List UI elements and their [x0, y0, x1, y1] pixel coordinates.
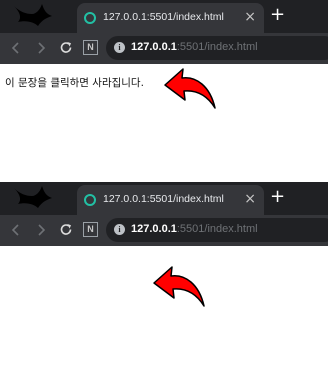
reload-icon[interactable]: [59, 223, 73, 237]
tab-strip: 127.0.0.1:5501/index.html × +: [0, 182, 328, 215]
url-host: 127.0.0.1: [131, 223, 177, 235]
clickable-sentence[interactable]: 이 문장을 클릭하면 사라집니다.: [5, 75, 144, 90]
bird-silhouette-icon: [14, 186, 52, 208]
browser-tab[interactable]: 127.0.0.1:5501/index.html ×: [77, 185, 264, 215]
tab-strip: 127.0.0.1:5501/index.html × +: [0, 0, 328, 33]
new-tab-button[interactable]: +: [270, 6, 285, 24]
tab-close-icon[interactable]: ×: [244, 9, 256, 25]
tab-title: 127.0.0.1:5501/index.html: [103, 11, 224, 23]
screenshot-before-click: 127.0.0.1:5501/index.html × + N i 127.0.…: [0, 0, 328, 182]
bird-silhouette-icon: [14, 4, 52, 26]
info-icon[interactable]: i: [114, 224, 125, 235]
reload-icon[interactable]: [59, 41, 73, 55]
tab-favicon-icon: [84, 12, 96, 24]
browser-toolbar: N i 127.0.0.1:5501/index.html: [0, 215, 328, 246]
url-path: :5501/index.html: [176, 223, 258, 235]
url-path: :5501/index.html: [176, 41, 258, 53]
red-curved-arrow-icon: [164, 68, 216, 109]
page-content: [0, 246, 328, 378]
tab-close-icon[interactable]: ×: [244, 191, 256, 207]
url-text: 127.0.0.1:5501/index.html: [131, 41, 258, 53]
browser-toolbar: N i 127.0.0.1:5501/index.html: [0, 33, 328, 64]
url-host: 127.0.0.1: [131, 41, 177, 53]
address-bar[interactable]: i 127.0.0.1:5501/index.html: [106, 36, 328, 60]
red-curved-arrow-icon: [153, 266, 205, 307]
info-icon[interactable]: i: [114, 42, 125, 53]
forward-arrow-icon[interactable]: [34, 41, 48, 55]
url-text: 127.0.0.1:5501/index.html: [131, 223, 258, 235]
extension-n-icon[interactable]: N: [83, 222, 98, 237]
tab-title: 127.0.0.1:5501/index.html: [103, 193, 224, 205]
address-bar[interactable]: i 127.0.0.1:5501/index.html: [106, 218, 328, 242]
browser-tab[interactable]: 127.0.0.1:5501/index.html ×: [77, 3, 264, 33]
screenshot-after-click: 127.0.0.1:5501/index.html × + N i 127.0.…: [0, 182, 328, 378]
tab-favicon-icon: [84, 194, 96, 206]
back-arrow-icon[interactable]: [9, 223, 23, 237]
forward-arrow-icon[interactable]: [34, 223, 48, 237]
back-arrow-icon[interactable]: [9, 41, 23, 55]
page-content: 이 문장을 클릭하면 사라집니다.: [0, 64, 328, 182]
new-tab-button[interactable]: +: [270, 188, 285, 206]
extension-n-icon[interactable]: N: [83, 40, 98, 55]
